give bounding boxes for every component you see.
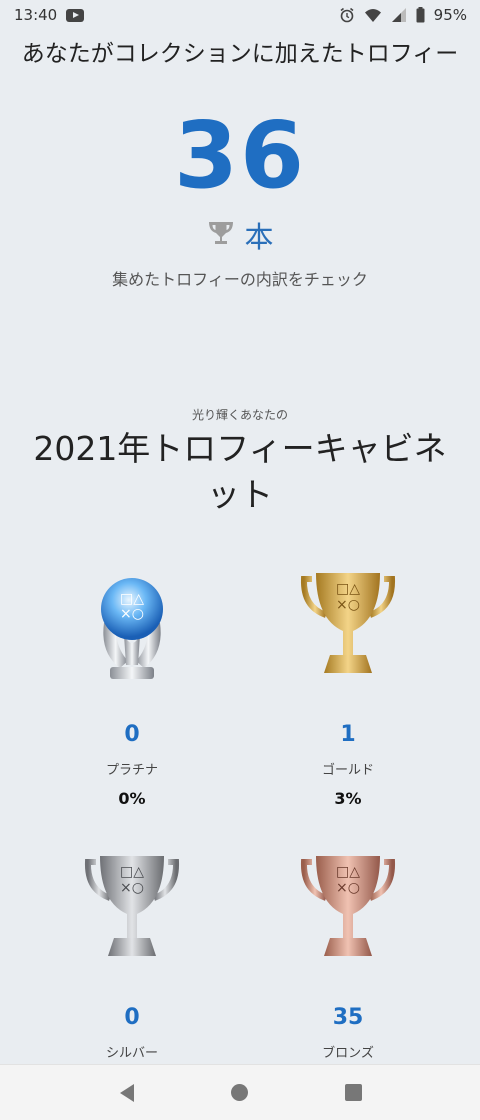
svg-text:×○: ×○ — [336, 597, 360, 613]
alarm-icon — [339, 7, 355, 23]
trophy-count: 35 — [332, 1005, 364, 1030]
platinum-trophy-icon: □△ ×○ — [82, 565, 182, 685]
status-bar: 13:40 95% — [0, 0, 480, 30]
battery-icon — [416, 7, 425, 23]
recents-button[interactable] — [333, 1073, 373, 1113]
trophy-unit-label: 本 — [244, 220, 274, 254]
trophy-silver: □△ ×○ 0 シルバー — [42, 848, 222, 1061]
svg-text:□△: □△ — [336, 581, 360, 597]
bronze-trophy-icon: □△ ×○ — [298, 848, 398, 968]
trophy-name: シルバー — [105, 1046, 158, 1061]
trophy-name: プラチナ — [105, 763, 158, 778]
signal-icon — [391, 7, 407, 23]
trophy-unit-row: 本 — [0, 214, 480, 256]
svg-text:□△: □△ — [120, 591, 144, 607]
svg-text:□△: □△ — [336, 864, 360, 880]
trophy-icon — [206, 218, 236, 252]
svg-text:×○: ×○ — [120, 606, 144, 622]
recents-icon — [344, 1084, 362, 1101]
trophy-bronze: □△ ×○ 35 ブロンズ — [258, 848, 438, 1061]
silver-trophy-icon: □△ ×○ — [82, 848, 182, 968]
svg-text:□△: □△ — [120, 864, 144, 880]
trophy-count: 0 — [124, 722, 140, 747]
back-icon — [119, 1083, 134, 1102]
trophy-total-count: 36 — [173, 102, 307, 209]
system-nav-bar — [0, 1064, 480, 1120]
collection-headline: あなたがコレクションに加えたトロフィー — [21, 41, 459, 67]
home-icon — [231, 1084, 249, 1101]
trophy-percent: 3% — [334, 789, 362, 808]
status-time: 13:40 — [14, 6, 58, 24]
cabinet-title: 2021年トロフィーキャビネット — [33, 429, 447, 514]
gold-trophy-icon: □△ ×○ — [298, 565, 398, 685]
youtube-icon — [66, 8, 85, 22]
trophy-percent: 0% — [118, 789, 146, 808]
svg-text:×○: ×○ — [336, 880, 360, 896]
home-button[interactable] — [220, 1073, 260, 1113]
back-button[interactable] — [107, 1073, 147, 1113]
svg-text:×○: ×○ — [120, 880, 144, 896]
trophy-name: ゴールド — [321, 763, 374, 778]
wifi-icon — [364, 7, 382, 23]
battery-level: 95% — [433, 6, 467, 24]
cabinet-subtitle: 光り輝くあなたの — [191, 408, 288, 422]
trophy-name: ブロンズ — [322, 1046, 374, 1061]
trophy-platinum: □△ ×○ 0 プラチナ 0% — [42, 565, 222, 808]
trophy-gold: □△ ×○ 1 ゴールド 3% — [258, 565, 438, 808]
breakdown-check-text: 集めたトロフィーの内訳をチェック — [112, 270, 368, 289]
trophy-count: 0 — [124, 1005, 140, 1030]
trophy-count: 1 — [340, 722, 356, 747]
